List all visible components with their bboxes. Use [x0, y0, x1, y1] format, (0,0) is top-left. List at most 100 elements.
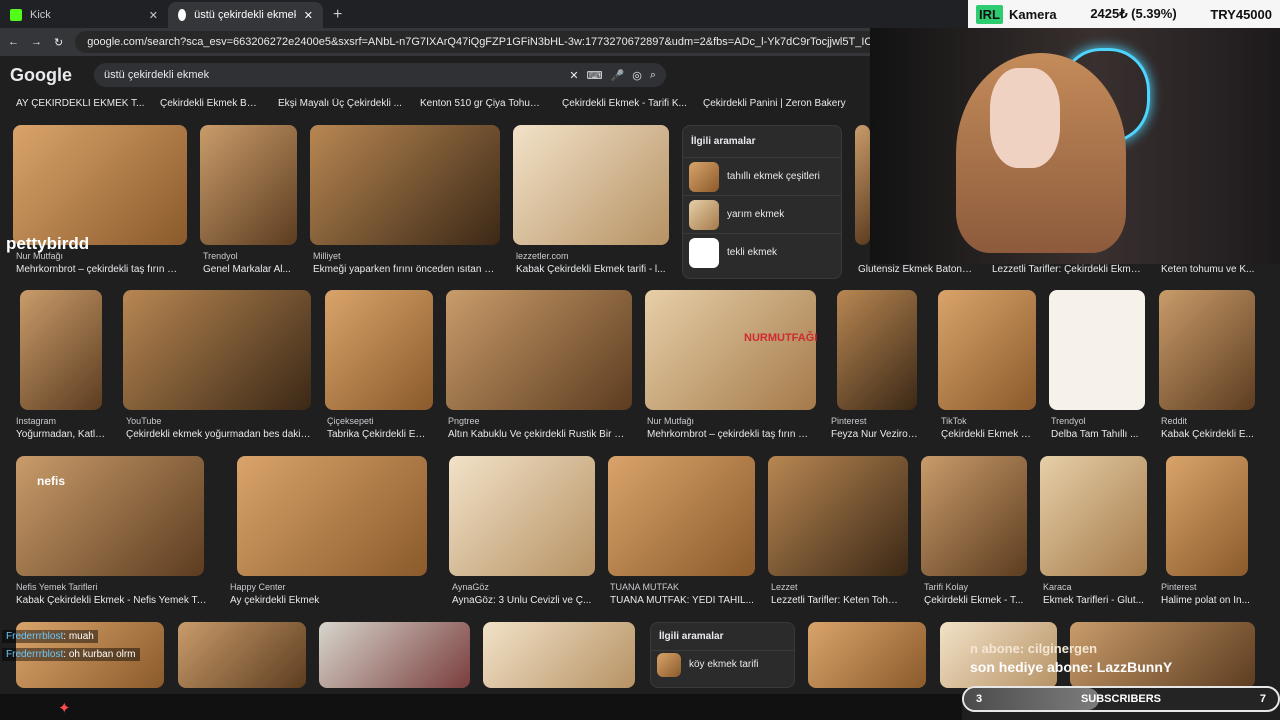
- result-title[interactable]: Ay çekirdekli Ekmek: [230, 595, 370, 606]
- result-image[interactable]: [1159, 290, 1255, 410]
- result-image[interactable]: [178, 622, 306, 688]
- result-image[interactable]: [1070, 622, 1255, 688]
- result-image[interactable]: [325, 290, 433, 410]
- related-search-item[interactable]: köy ekmek tarifi: [651, 650, 794, 678]
- related-searches-panel: İlgili aramalar tahıllı ekmek çeşitleri …: [682, 125, 842, 279]
- search-query: üstü çekirdekli ekmek: [104, 69, 210, 81]
- result-title[interactable]: Çekirdekli ekmek yoğurmadan bes dakik...: [126, 429, 311, 440]
- result-image[interactable]: [20, 290, 102, 410]
- result-title[interactable]: Genel Markalar Al...: [203, 264, 293, 275]
- result-image[interactable]: [1049, 290, 1145, 410]
- result-title[interactable]: Keten tohumu ve K...: [1161, 264, 1256, 275]
- subscriber-progress-fill: [964, 688, 1100, 710]
- related-search-item[interactable]: tekli ekmek: [683, 233, 841, 271]
- related-thumb: [689, 199, 719, 230]
- result-source: YouTube: [126, 416, 162, 426]
- result-image[interactable]: [449, 456, 595, 576]
- result-title[interactable]: Halime polat on In...: [1161, 595, 1256, 606]
- result-title[interactable]: Mehrkornbrot – çekirdekli taş fırın ek..…: [16, 264, 181, 275]
- result-image[interactable]: [1166, 456, 1248, 576]
- reload-icon[interactable]: ↻: [54, 36, 63, 49]
- result-title[interactable]: Çekirdekli Ekmek - T...: [924, 595, 1024, 606]
- result-title[interactable]: Lezzetli Tarifler: Keten Tohu...: [771, 595, 901, 606]
- result-image[interactable]: [768, 456, 908, 576]
- close-tab-icon[interactable]: ✕: [149, 9, 158, 22]
- result-image[interactable]: [938, 290, 1036, 410]
- result-title[interactable]: AY ÇEKİRDEKLİ EKMEK T...: [16, 98, 151, 109]
- google-logo[interactable]: Google: [10, 65, 72, 86]
- result-source: Pngtree: [448, 416, 480, 426]
- result-title[interactable]: Delba Tam Tahıllı ...: [1051, 429, 1143, 440]
- microphone-icon[interactable]: 🎤: [611, 69, 625, 82]
- subscriber-goal: 7: [1259, 693, 1266, 705]
- result-source: Reddit: [1161, 416, 1188, 426]
- result-image[interactable]: [310, 125, 500, 245]
- result-image[interactable]: [483, 622, 635, 688]
- result-source: AynaGöz: [452, 582, 489, 592]
- result-title[interactable]: Mehrkornbrot – çekirdekli taş fırın e...: [647, 429, 812, 440]
- tab-google[interactable]: üstü çekirdekli ekmek - Google ✕: [168, 2, 323, 28]
- search-input[interactable]: üstü çekirdekli ekmek ✕ ⌨ 🎤 ◎ ⌕: [94, 63, 666, 87]
- result-image[interactable]: [808, 622, 926, 688]
- result-title[interactable]: Ekmeği yaparken fırını önceden ısıtan ya…: [313, 264, 498, 275]
- result-image[interactable]: [921, 456, 1027, 576]
- result-image[interactable]: [855, 125, 870, 245]
- result-title[interactable]: AynaGöz: 3 Unlu Cevizli ve Ç...: [452, 595, 592, 606]
- result-image[interactable]: [200, 125, 297, 245]
- result-image[interactable]: [513, 125, 669, 245]
- result-image[interactable]: [645, 290, 816, 410]
- result-title[interactable]: Ekmek Tarifleri - Glut...: [1043, 595, 1148, 606]
- back-arrow-icon[interactable]: ←: [8, 36, 19, 48]
- donation-goal: TRY45000: [1210, 6, 1272, 22]
- tab-label: Kick: [30, 9, 51, 21]
- related-search-item[interactable]: yarım ekmek: [683, 195, 841, 233]
- result-title[interactable]: Tabrika Çekirdekli Ek...: [327, 429, 427, 440]
- result-image[interactable]: [319, 622, 470, 688]
- result-image[interactable]: [13, 125, 187, 245]
- result-title[interactable]: Feyza Nur Veziroğl...: [831, 429, 923, 440]
- result-image[interactable]: [446, 290, 632, 410]
- result-source: Milliyet: [313, 251, 341, 261]
- related-search-label: tahıllı ekmek çeşitleri: [727, 171, 820, 182]
- result-image[interactable]: [123, 290, 311, 410]
- result-image[interactable]: [837, 290, 917, 410]
- result-title[interactable]: Çekirdekli Ekmek T...: [941, 429, 1033, 440]
- related-thumb: [689, 237, 719, 268]
- related-search-item[interactable]: tahıllı ekmek çeşitleri: [683, 157, 841, 195]
- result-image[interactable]: [608, 456, 755, 576]
- keyboard-icon[interactable]: ⌨: [587, 69, 603, 82]
- result-title[interactable]: TUANA MUTFAK: YEDİ TAHIL...: [610, 595, 755, 606]
- result-source: Happy Center: [230, 582, 286, 592]
- result-title[interactable]: Kabak Çekirdekli Ekmek - Nefis Yemek Tar…: [16, 595, 211, 606]
- result-title[interactable]: Altın Kabuklu Ve çekirdekli Rustik Bir S…: [448, 429, 626, 440]
- streamer-face: [990, 68, 1060, 168]
- result-title[interactable]: Çekirdekli Panini | Zeron Bakery: [703, 98, 853, 109]
- tab-kick[interactable]: Kick ✕: [0, 2, 168, 28]
- kick-favicon-icon: [10, 9, 22, 21]
- alert-text: son hediye abone: LazzBunnY: [970, 659, 1173, 675]
- result-title[interactable]: Glutensiz Ekmek Baton ...: [858, 264, 973, 275]
- result-title[interactable]: Kenton 510 gr Çiya Tohum...: [420, 98, 545, 109]
- chat-text: oh kurban olrm: [68, 649, 136, 660]
- result-title[interactable]: Çekirdekli Ekmek Be...: [160, 98, 260, 109]
- new-tab-button[interactable]: +: [323, 2, 352, 28]
- result-title[interactable]: Lezzetli Tarifler: Çekirdekli Ekme...: [992, 264, 1142, 275]
- result-title[interactable]: Kabak Çekirdekli E...: [1161, 429, 1256, 440]
- close-tab-icon[interactable]: ✕: [304, 9, 313, 22]
- result-title[interactable]: Ekşi Mayalı Üç Çekirdekli ...: [278, 98, 403, 109]
- result-source: TUANA MUTFAK: [610, 582, 680, 592]
- result-image[interactable]: [237, 456, 427, 576]
- clear-icon[interactable]: ✕: [569, 69, 578, 82]
- lens-icon[interactable]: ◎: [632, 69, 642, 82]
- watermark-text: NURMUTFAĞI: [744, 332, 818, 344]
- chat-username: Frederrrblost: [6, 631, 64, 642]
- result-title[interactable]: Kabak Çekirdekli Ekmek tarifi - l...: [516, 264, 666, 275]
- result-source: lezzetler.com: [516, 251, 569, 261]
- result-source: TikTok: [941, 416, 967, 426]
- result-title[interactable]: Yoğurmadan, Katla...: [16, 429, 106, 440]
- result-title[interactable]: Çekirdekli Ekmek - Tarifi K...: [562, 98, 687, 109]
- forward-arrow-icon[interactable]: →: [31, 36, 42, 48]
- result-source: Pinterest: [1161, 582, 1197, 592]
- search-icon[interactable]: ⌕: [650, 69, 656, 82]
- result-image[interactable]: [1040, 456, 1147, 576]
